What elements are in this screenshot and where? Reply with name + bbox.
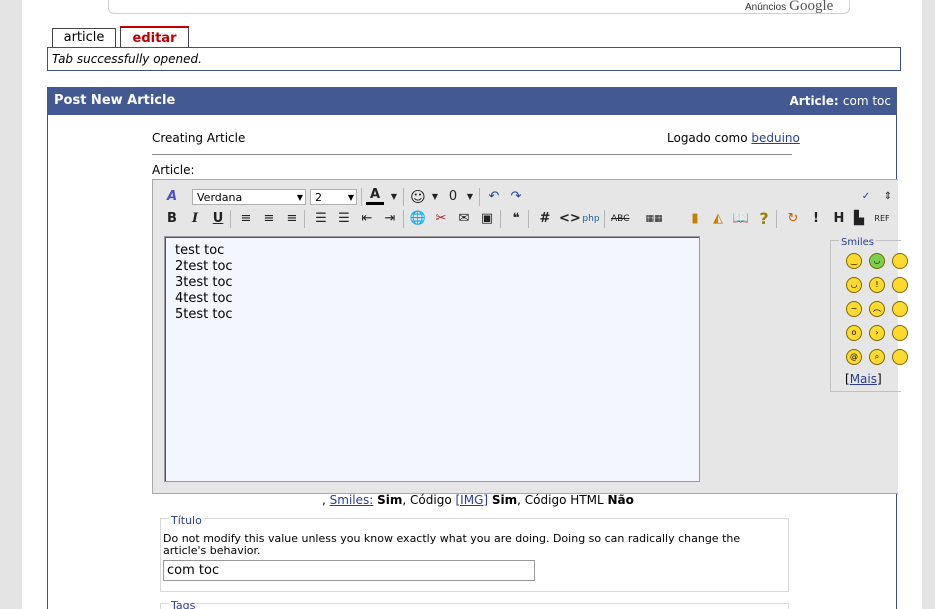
arrow-icon[interactable]: › [869, 325, 885, 341]
title-fieldset: Título Do not modify this value unless y… [160, 514, 789, 592]
underline-icon[interactable]: U [209, 210, 227, 228]
logged-in-info: Logado como beduino [667, 131, 800, 145]
image-icon[interactable]: ▣ [478, 210, 496, 228]
title-legend: Título [169, 514, 204, 527]
chevron-down-icon[interactable]: ▼ [426, 188, 444, 206]
tab-article[interactable]: article [52, 28, 116, 47]
smiles-label: Smiles [839, 237, 877, 248]
page: Anúncios Google article editar Tab succes… [22, 0, 922, 609]
link-icon[interactable]: 🌐 [409, 210, 427, 228]
article-label: Article: [152, 163, 195, 177]
unordered-list-icon[interactable]: ☰ [335, 210, 353, 228]
content-line: 3test toc [175, 275, 233, 290]
title-help: Do not modify this value unless you know… [163, 532, 741, 557]
hash-icon[interactable]: # [536, 210, 554, 228]
content-line: test toc [175, 243, 225, 258]
italic-icon[interactable]: I [186, 210, 204, 228]
refresh-icon[interactable]: ↻ [784, 210, 802, 228]
php-icon[interactable]: php [582, 210, 600, 228]
undo-icon[interactable]: ↶ [485, 188, 503, 206]
more-smiles: [Mais] [845, 372, 882, 386]
code-icon[interactable]: <> [559, 210, 581, 228]
chevron-down-icon[interactable]: ▼ [385, 188, 403, 206]
copy-icon[interactable]: ▮ [686, 210, 704, 228]
content-line: 5test toc [175, 307, 233, 322]
creating-label: Creating Article [152, 131, 246, 145]
email-icon[interactable]: ✉ [455, 210, 473, 228]
smiles-panel: Smiles ‿ ◡ ◡ ! ~ ︵ o › @ ⌕ [Mais] [830, 237, 908, 392]
align-right-icon[interactable]: ≡ [283, 210, 301, 228]
table-icon[interactable]: ▦▦ [634, 210, 674, 228]
bold-icon[interactable]: B [163, 210, 181, 228]
panel-title: Post New Article [54, 93, 176, 108]
title-input[interactable] [163, 560, 535, 581]
sad-icon[interactable]: ︵ [869, 301, 885, 317]
strikethrough-icon[interactable]: ABC [611, 210, 629, 228]
idea-icon[interactable]: ! [869, 277, 885, 293]
book-icon[interactable]: 📖 [732, 210, 750, 228]
outdent-icon[interactable]: ⇤ [358, 210, 376, 228]
size-select[interactable]: 2 ▼ [310, 189, 357, 205]
unlink-icon[interactable]: ✂ [432, 210, 450, 228]
content-line: 4test toc [175, 291, 233, 306]
help-icon[interactable]: ? [755, 210, 773, 228]
redo-icon[interactable]: ↷ [507, 188, 525, 206]
top-search-bar [108, 0, 850, 14]
smile-icon[interactable] [892, 349, 908, 365]
ordered-list-icon[interactable]: ☰ [312, 210, 330, 228]
surprised-icon[interactable]: o [846, 325, 862, 341]
resize-icon[interactable]: ⇕ [879, 188, 897, 206]
google-ads-label[interactable]: Anúncios Google [745, 0, 833, 15]
divider [152, 154, 792, 155]
align-left-icon[interactable]: ≡ [237, 210, 255, 228]
quote-icon[interactable]: ❝ [507, 210, 525, 228]
user-link[interactable]: beduino [751, 131, 800, 145]
at-icon[interactable]: @ [846, 349, 862, 365]
cheese-icon[interactable]: ◭ [709, 210, 727, 228]
boot-icon[interactable]: ▙ [850, 210, 868, 228]
more-smiles-link[interactable]: Mais [850, 372, 877, 386]
content-line: 2test toc [175, 259, 233, 274]
tags-legend: Tags [169, 599, 198, 609]
smile-icon[interactable] [892, 253, 908, 269]
search-icon[interactable]: ⌕ [869, 349, 885, 365]
panel-article-info: Article: com toc [789, 94, 892, 108]
text-color-icon[interactable]: A [366, 186, 384, 205]
spellcheck-icon[interactable]: ✓ [857, 188, 875, 206]
article-textarea[interactable]: test toc 2test toc 3test toc 4test toc 5… [164, 236, 700, 482]
attachment-icon[interactable]: 0 [444, 188, 462, 206]
smile-icon[interactable]: ‿ [846, 253, 862, 269]
rich-text-editor: A Verdana ▼ 2 ▼ A ▼ ☺ ▼ 0 ▼ ↶ ↷ ✓ ⇕ B I U … [152, 179, 908, 494]
smile-icon[interactable] [892, 277, 908, 293]
reference-icon[interactable]: REF [873, 210, 891, 228]
tags-fieldset: Tags [160, 599, 789, 609]
font-select[interactable]: Verdana ▼ [192, 189, 306, 205]
remove-format-icon[interactable]: A [163, 188, 181, 206]
chevron-down-icon[interactable]: ▼ [461, 188, 479, 206]
smiles-link[interactable]: Smiles: [330, 493, 374, 507]
grin-icon[interactable]: ◡ [869, 253, 885, 269]
img-link[interactable]: [IMG] [456, 493, 489, 507]
format-status: , Smiles: Sim, Código [IMG] Sim, Código … [322, 493, 634, 507]
laugh-icon[interactable]: ◡ [846, 277, 862, 293]
panel-header: Post New Article Article: com toc [47, 87, 897, 115]
status-message: Tab successfully opened. [47, 47, 901, 71]
smile-icon[interactable] [892, 325, 908, 341]
exclamation-icon[interactable]: ! [807, 210, 825, 228]
wink-icon[interactable]: ~ [846, 301, 862, 317]
smile-icon[interactable] [892, 301, 908, 317]
tab-editar[interactable]: editar [120, 26, 189, 48]
align-center-icon[interactable]: ≡ [260, 210, 278, 228]
indent-icon[interactable]: ⇥ [381, 210, 399, 228]
emoticon-icon[interactable]: ☺ [409, 188, 427, 206]
heading-icon[interactable]: H [830, 210, 848, 228]
